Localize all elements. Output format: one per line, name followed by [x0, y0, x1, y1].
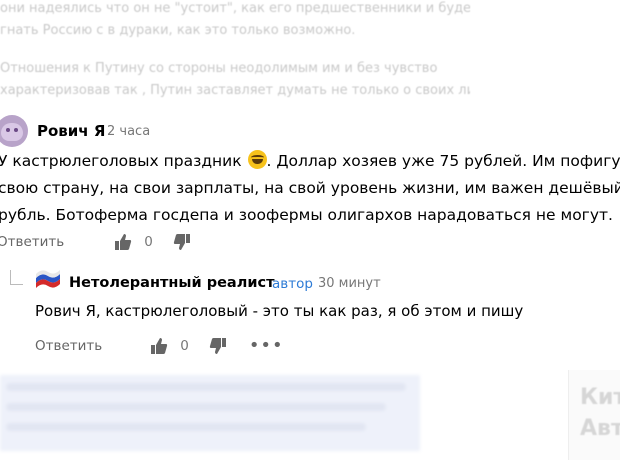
flag-avatar-icon[interactable]: [34, 270, 62, 292]
reply-connector: [10, 270, 23, 285]
reply-time: 30 минут: [318, 276, 381, 291]
side-card-text: Кит: [580, 385, 620, 410]
thumbs-up-icon[interactable]: [150, 337, 168, 355]
side-card[interactable]: [568, 370, 620, 460]
avatar-face: [1, 123, 23, 141]
avatar[interactable]: [0, 115, 28, 147]
thumbs-up-icon[interactable]: [114, 233, 132, 251]
blurred-line: [6, 403, 386, 411]
comment-time: 2 часа: [107, 124, 151, 139]
comment-text: У кастрюлеголовых праздник: [0, 152, 242, 170]
comment-author[interactable]: Рович Я: [37, 122, 105, 140]
reply-button[interactable]: Ответить: [0, 234, 64, 250]
reply-body: Рович Я, кастрюлеголовый - это ты как ра…: [35, 302, 524, 320]
blurred-content: [0, 375, 420, 451]
reply-button[interactable]: Ответить: [35, 338, 102, 354]
rating-count: 0: [144, 234, 153, 250]
rating-count: 0: [180, 337, 189, 354]
avatar-eye: [14, 128, 18, 132]
more-options-button[interactable]: •••: [249, 335, 284, 356]
comment-line-1: У кастрюлеголовых праздник . Доллар хозя…: [0, 148, 620, 175]
avatar-eye: [6, 128, 10, 132]
faded-text-line: они надеялись что он не "устоит", как ег…: [0, 1, 470, 16]
comment-line-2: свою страну, на свои зарплаты, на свой у…: [0, 179, 620, 197]
author-badge: автор: [272, 276, 313, 292]
faded-text-line: характеризовав так , Путин заставляет ду…: [0, 83, 470, 98]
reply-actions: Ответить 0 •••: [35, 335, 284, 356]
comment-body: У кастрюлеголовых праздник . Доллар хозя…: [0, 148, 620, 229]
faded-text-line: гнать Россию с в дураки, как это только …: [0, 23, 356, 38]
laughing-emoji-icon: [247, 150, 267, 169]
comment-text: . Доллар хозяев уже 75 рублей. Им пофигу…: [266, 152, 620, 170]
thumbs-down-icon[interactable]: [209, 337, 227, 355]
reply-author[interactable]: Нетолерантный реалист: [69, 275, 275, 291]
blurred-line: [6, 383, 406, 391]
side-card-text: Авт: [580, 416, 620, 441]
thumbs-down-icon[interactable]: [173, 233, 191, 251]
blurred-line: [6, 423, 366, 431]
comment-actions: Ответить 0: [0, 233, 191, 251]
faded-text-line: Отношения к Путину со стороны неодолимым…: [0, 61, 438, 76]
comment-line-3: рубль. Ботоферма госдепа и зоофермы олиг…: [0, 206, 613, 224]
